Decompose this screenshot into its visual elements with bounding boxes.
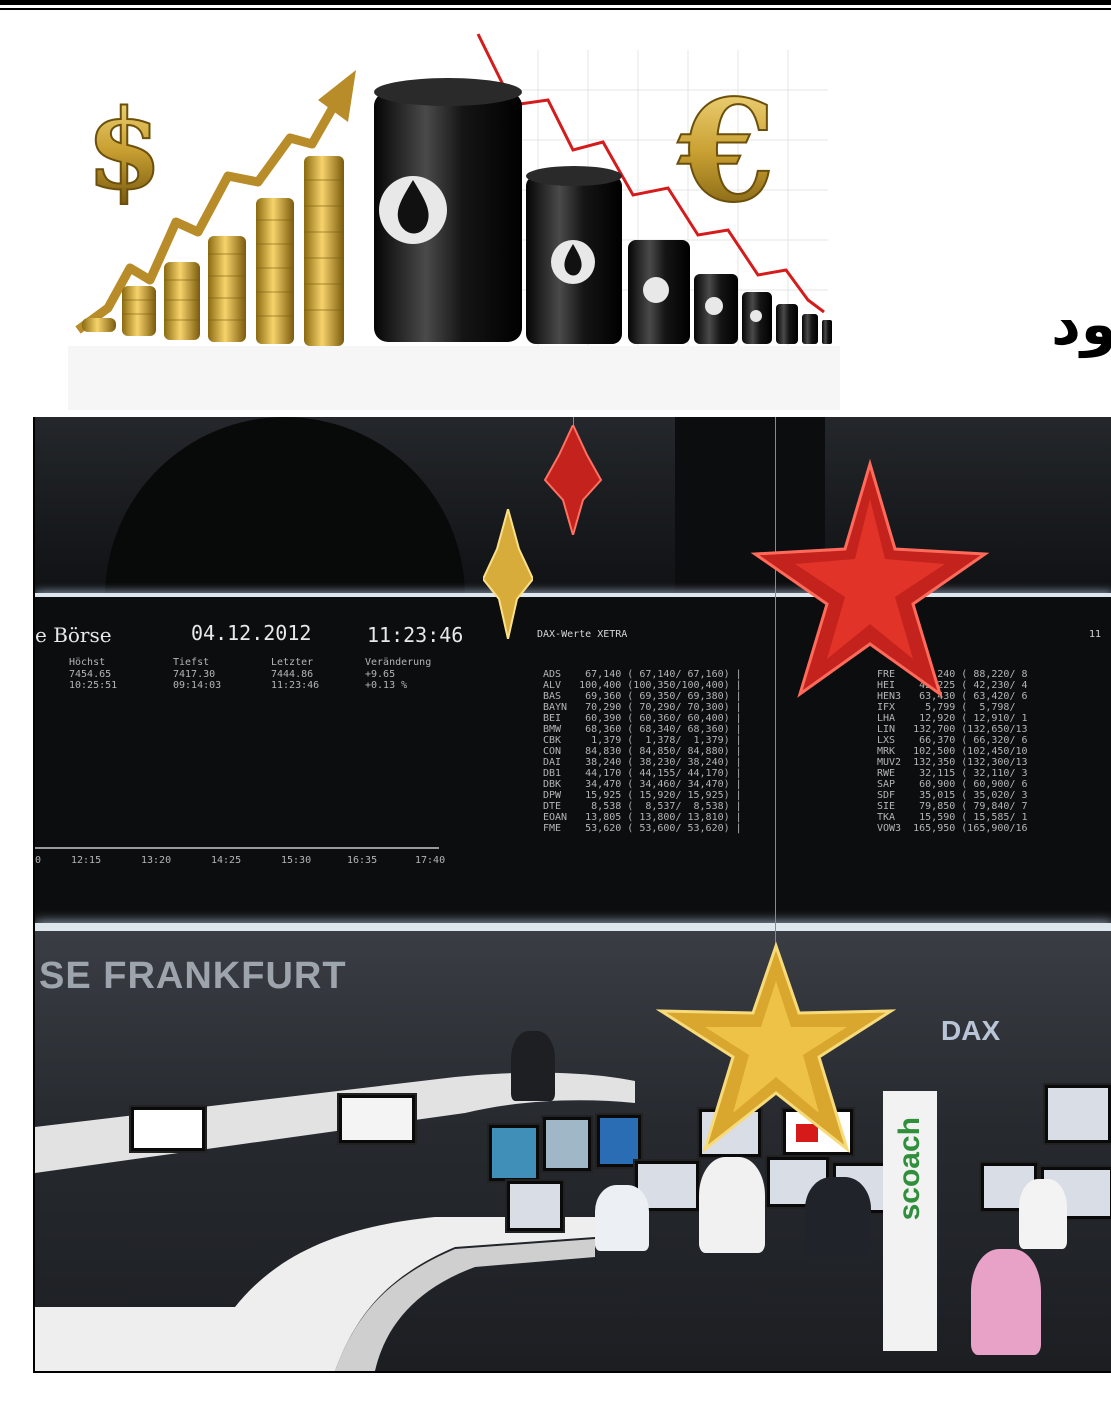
col-header-tiefst: Tiefst: [173, 657, 210, 668]
time-axis-2: 13:20: [141, 855, 172, 866]
time-axis-4: 15:30: [281, 855, 312, 866]
row1-veraenderung: +9.65: [365, 669, 396, 680]
board-date: 04.12.2012: [191, 621, 312, 645]
arch: [105, 417, 465, 597]
stock-exchange-photo: e Börse 04.12.2012 11:23:46 Höchst Tiefs…: [33, 417, 1111, 1373]
row2-letzter: 11:23:46: [271, 680, 320, 691]
trader: [511, 1031, 555, 1101]
euro-sign-icon: €: [677, 70, 775, 234]
trader: [1019, 1179, 1067, 1249]
gold-star-ornament-icon: [655, 941, 897, 1154]
headline: ود: [1051, 290, 1111, 358]
trading-desk: [35, 1072, 635, 1371]
row1-letzter: 7444.86: [271, 669, 314, 680]
top-rule-thin: [0, 8, 1111, 10]
chart-axis-line: [35, 847, 439, 849]
dollar-sign-icon: $: [86, 85, 163, 214]
gold-ornament-icon: [483, 509, 533, 639]
board-time: 11:23:46: [367, 623, 464, 647]
red-star-ornament-icon: [750, 459, 990, 698]
board-right-clock: 11: [1089, 629, 1102, 640]
row2-hoechst: 10:25:51: [69, 680, 118, 691]
monitor: [337, 1093, 417, 1145]
trader: [805, 1177, 871, 1257]
monitor: [505, 1179, 565, 1233]
economy-illustration: $ €: [68, 30, 840, 410]
time-axis-3: 14:25: [211, 855, 242, 866]
trader: [971, 1249, 1041, 1355]
board-left-title: e Börse: [35, 623, 112, 647]
small-red-ornament-icon: [543, 425, 603, 535]
monitor: [129, 1105, 207, 1153]
monitor: [541, 1115, 593, 1173]
led-strip-bottom: [35, 923, 1111, 931]
time-axis-5: 16:35: [347, 855, 378, 866]
col-header-hoechst: Höchst: [69, 657, 106, 668]
trader: [699, 1157, 765, 1253]
time-axis-6: 17:40: [415, 855, 446, 866]
wall-sign: SE FRANKFURT: [39, 955, 347, 997]
monitor: [1043, 1083, 1111, 1145]
col-header-veraenderung: Veränderung: [365, 657, 432, 668]
row1-hoechst: 7454.65: [69, 669, 112, 680]
time-axis-1: 12:15: [71, 855, 102, 866]
time-axis-0: 0: [35, 855, 42, 866]
dax-list-left: ADS 67,140 ( 67,140/ 67,160) | ALV 100,4…: [543, 669, 742, 834]
board-right-title: DAX-Werte XETRA: [537, 629, 628, 640]
top-rule-thick: [0, 0, 1111, 5]
row2-tiefst: 09:14:03: [173, 680, 222, 691]
col-header-letzter: Letzter: [271, 657, 314, 668]
monitor: [487, 1123, 541, 1183]
row2-veraenderung: +0.13 %: [365, 680, 408, 691]
row1-tiefst: 7417.30: [173, 669, 216, 680]
trader: [595, 1185, 649, 1251]
